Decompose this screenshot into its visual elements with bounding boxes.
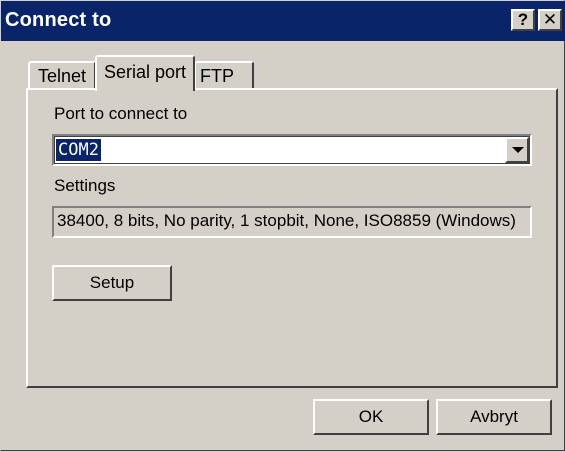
help-button[interactable]: ? (511, 9, 535, 31)
setup-button[interactable]: Setup (52, 265, 172, 301)
settings-label: Settings (54, 176, 116, 195)
cancel-button[interactable]: Avbryt (436, 399, 552, 435)
serial-port-panel: Port to connect to COM2 Settings 38400, … (26, 88, 558, 388)
tab-telnet[interactable]: Telnet (28, 61, 96, 89)
port-label: Port to connect to (54, 104, 188, 123)
connect-dialog: Connect to ? ✕ Telnet Serial port FTP Po… (0, 0, 565, 451)
tab-serial-port[interactable]: Serial port (95, 55, 195, 91)
close-button[interactable]: ✕ (538, 9, 562, 31)
ok-button[interactable]: OK (313, 399, 429, 435)
port-select-value[interactable]: COM2 (56, 139, 101, 161)
chevron-down-icon[interactable] (505, 137, 529, 163)
window-title: Connect to (5, 9, 112, 31)
port-select[interactable]: COM2 (52, 134, 532, 166)
tab-ftp[interactable]: FTP (194, 61, 254, 89)
title-bar[interactable]: Connect to ? ✕ (1, 1, 565, 41)
settings-value: 38400, 8 bits, No parity, 1 stopbit, Non… (52, 206, 532, 238)
